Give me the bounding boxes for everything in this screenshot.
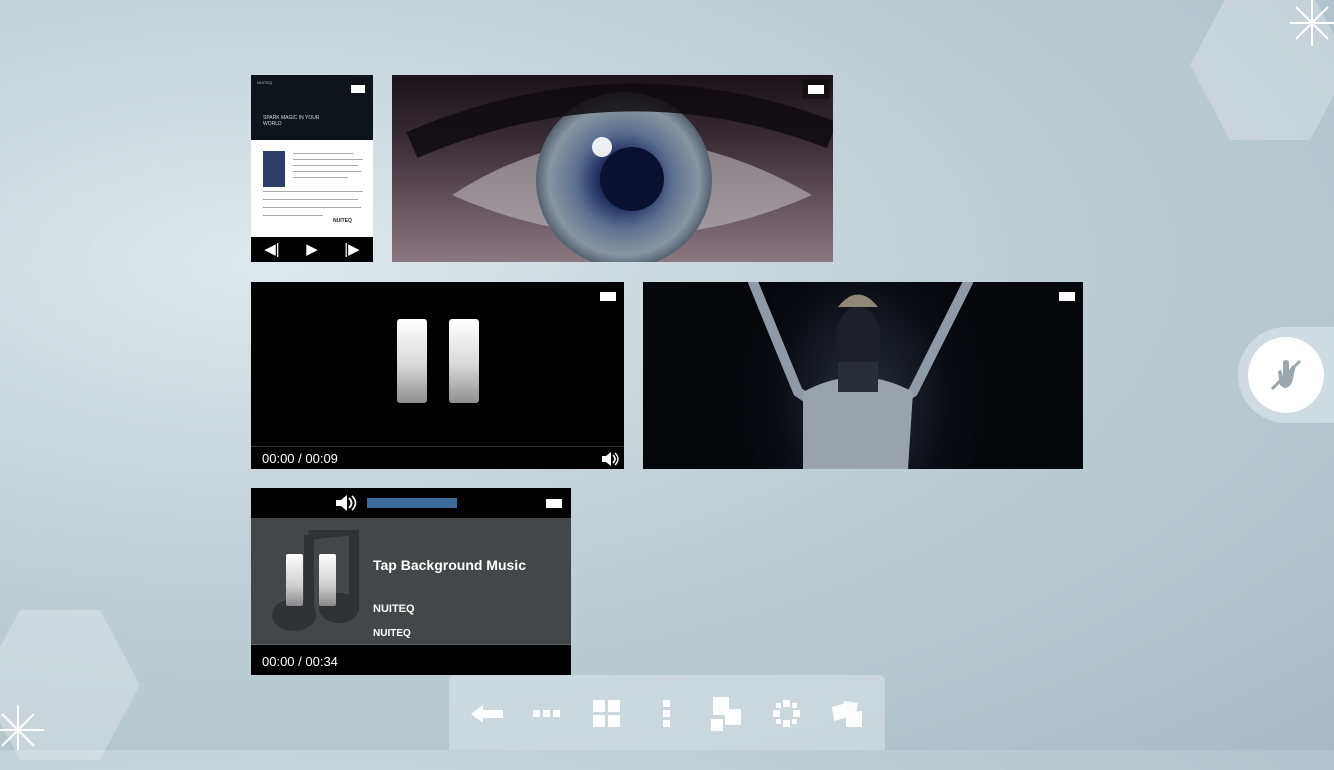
volume-slider[interactable] bbox=[367, 498, 457, 508]
side-handle[interactable] bbox=[1238, 327, 1334, 423]
pause-icon[interactable] bbox=[286, 554, 303, 606]
circle-layout-button[interactable] bbox=[770, 699, 804, 729]
dancer-image bbox=[748, 282, 973, 469]
pause-icon-bar bbox=[449, 319, 479, 403]
fullscreen-icon[interactable] bbox=[595, 286, 621, 306]
eye-image bbox=[392, 75, 833, 262]
fullscreen-icon[interactable] bbox=[345, 79, 371, 99]
document-logo: NUITEQ bbox=[333, 218, 352, 224]
column-layout-button[interactable] bbox=[650, 699, 684, 729]
video-tile[interactable]: 00:00 / 00:09 bbox=[251, 282, 624, 469]
document-headline: SPARK MAGIC IN YOUR WORLD bbox=[263, 115, 320, 127]
track-artist: NUITEQ bbox=[373, 603, 415, 615]
scatter-layout-button[interactable] bbox=[830, 699, 864, 729]
video-controls: 00:00 / 00:09 bbox=[251, 446, 624, 469]
music-header bbox=[251, 488, 571, 518]
music-player-tile[interactable]: Tap Background Music NUITEQ NUITEQ 00:00… bbox=[251, 488, 571, 675]
volume-icon[interactable] bbox=[602, 452, 620, 466]
stack-icon bbox=[711, 697, 741, 731]
music-controls: 00:00 / 00:34 bbox=[251, 644, 571, 675]
music-info-panel: Tap Background Music NUITEQ NUITEQ bbox=[251, 518, 571, 644]
back-button[interactable] bbox=[470, 699, 504, 729]
fullscreen-icon[interactable] bbox=[803, 79, 829, 99]
circle-arrange-icon bbox=[773, 700, 800, 727]
grid-icon bbox=[593, 700, 620, 727]
fullscreen-icon[interactable] bbox=[541, 493, 567, 513]
row-layout-button[interactable] bbox=[530, 699, 564, 729]
dancer-video-tile[interactable] bbox=[643, 282, 1083, 469]
stack-layout-button[interactable] bbox=[710, 697, 744, 731]
track-title: Tap Background Music bbox=[373, 557, 526, 573]
horizontal-dots-icon bbox=[533, 710, 560, 717]
document-image bbox=[263, 151, 285, 187]
no-touch-button[interactable] bbox=[1248, 337, 1324, 413]
bottom-toolbar bbox=[449, 675, 885, 750]
music-time: 00:00 / 00:34 bbox=[262, 654, 338, 669]
snowflake-decoration-top bbox=[1290, 0, 1334, 46]
document-tile[interactable]: NUITEQ SPARK MAGIC IN YOUR WORLD NUITEQ … bbox=[251, 75, 373, 262]
snowflake-decoration-bottom bbox=[0, 705, 44, 750]
pause-icon-bar bbox=[319, 554, 336, 606]
volume-icon[interactable] bbox=[336, 494, 358, 512]
document-controls: ◀| ▶ |▶ bbox=[251, 237, 373, 262]
play-icon[interactable]: ▶ bbox=[306, 242, 318, 257]
video-time: 00:00 / 00:09 bbox=[262, 451, 338, 466]
document-header: NUITEQ SPARK MAGIC IN YOUR WORLD bbox=[251, 75, 373, 140]
scatter-icon bbox=[832, 701, 862, 727]
eye-image-tile[interactable] bbox=[392, 75, 833, 262]
back-icon bbox=[471, 705, 503, 723]
music-note-icon bbox=[272, 530, 359, 631]
grid-layout-button[interactable] bbox=[590, 699, 624, 729]
fullscreen-icon[interactable] bbox=[1054, 286, 1080, 306]
vertical-dots-icon bbox=[663, 700, 670, 727]
pause-icon[interactable] bbox=[397, 319, 427, 403]
next-page-icon[interactable]: |▶ bbox=[344, 242, 359, 257]
document-brand: NUITEQ bbox=[257, 80, 273, 85]
no-touch-icon bbox=[1270, 359, 1302, 391]
previous-page-icon[interactable]: ◀| bbox=[264, 242, 279, 257]
track-album: NUITEQ bbox=[373, 628, 411, 639]
